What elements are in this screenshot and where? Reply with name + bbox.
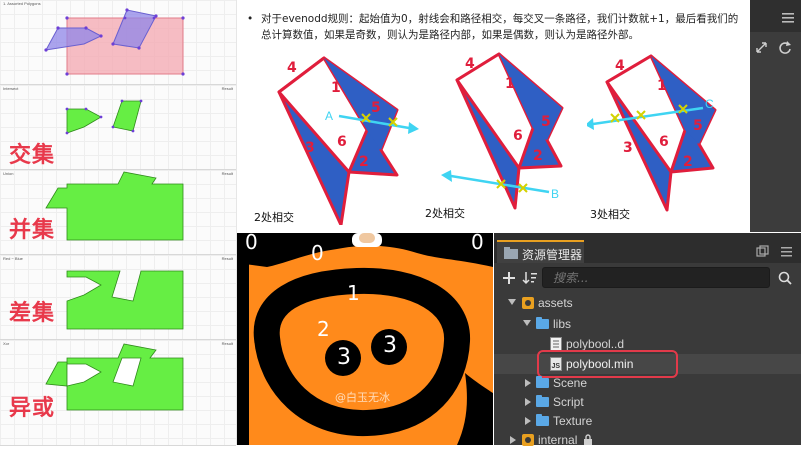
diagram-number: 5 <box>693 118 703 134</box>
chevron-right-icon[interactable] <box>525 398 531 406</box>
folder-tab-icon <box>504 247 518 259</box>
editor-side-strip <box>750 0 801 232</box>
folder-icon <box>536 414 549 426</box>
tree-item-label: Script <box>553 395 584 409</box>
diagram-number: 6 <box>337 134 347 150</box>
chevron-right-icon[interactable] <box>510 436 516 444</box>
folder-icon <box>536 395 549 407</box>
section-union: Union Result 并集 <box>0 170 236 255</box>
diagram-caption-1: 2处相交 <box>254 211 294 224</box>
intersect-label: 交集 <box>9 143 56 168</box>
lock-icon <box>584 434 592 445</box>
tree-item-label: polybool.min <box>566 357 634 371</box>
diagram-number: 6 <box>513 128 523 144</box>
boolean-demo-panel: 1. Assorted Polygons Intersect Result 交集… <box>0 0 237 446</box>
diagram-number: 2 <box>533 148 543 164</box>
ray-label-a: A <box>325 109 333 123</box>
union-label: 并集 <box>9 218 56 243</box>
diagram-number: 1 <box>657 78 667 94</box>
game-number-2: 2 <box>317 317 330 341</box>
tree-item-texture[interactable]: Texture <box>494 411 801 431</box>
diagram-number: 4 <box>287 60 297 76</box>
asset-manager-title: 资源管理器 <box>522 248 583 262</box>
refresh-icon[interactable] <box>777 40 793 56</box>
diagram-number: 5 <box>541 114 551 130</box>
game-number-3b: 3 <box>383 333 397 358</box>
watermark: @白玉无冰 <box>335 391 390 404</box>
paragraph-text: 对于evenodd规则：起始值为0，射线会和路径相交，每交叉一条路径，我们计数就… <box>261 13 739 41</box>
game-number-0a: 0 <box>245 233 258 254</box>
game-drawing <box>237 233 493 445</box>
js-file-icon: JS <box>550 357 562 371</box>
tree-item-label: assets <box>538 296 573 310</box>
section-assorted-polygons: 1. Assorted Polygons <box>0 0 236 85</box>
bullet-icon: • <box>247 13 254 25</box>
diagram-ray-a: 4 1 5 3 6 2 A <box>277 56 419 225</box>
svg-text:JS: JS <box>552 363 561 370</box>
diagram-number: 4 <box>465 56 475 72</box>
chevron-down-icon[interactable] <box>508 299 516 305</box>
asset-manager-panel: 资源管理器 assets libs polybool..d <box>494 233 801 447</box>
tree-item-label: Scene <box>553 376 588 390</box>
maximize-icon[interactable] <box>756 245 770 259</box>
game-preview-canvas[interactable]: 0 0 0 1 2 3 3 @白玉无冰 <box>237 233 493 445</box>
folder-icon <box>536 376 549 388</box>
ray-label-c: C <box>705 97 714 111</box>
diagram-number: 3 <box>623 140 633 156</box>
diagram-number: 5 <box>371 100 381 116</box>
tree-item-assets[interactable]: assets <box>494 293 801 313</box>
section-xor: Xor Result 异或 <box>0 340 236 446</box>
folder-icon <box>536 317 549 329</box>
difference-label: 差集 <box>9 301 56 326</box>
evenodd-paragraph: • 对于evenodd规则：起始值为0，射线会和路径相交，每交叉一条路径，我们计… <box>247 11 741 43</box>
sort-icon[interactable] <box>522 270 538 286</box>
asset-search-input[interactable] <box>542 267 770 288</box>
game-number-0b: 0 <box>311 241 324 265</box>
asset-manager-header: 资源管理器 <box>494 233 801 263</box>
tree-item-script[interactable]: Script <box>494 392 801 412</box>
diagram-caption-2: 2处相交 <box>425 207 465 220</box>
diagram-ray-c: 4 1 5 3 6 2 C <box>587 54 717 212</box>
game-number-3a: 3 <box>337 345 351 370</box>
diagram-number: 1 <box>331 80 341 96</box>
tree-item-label: libs <box>553 317 572 331</box>
diagram-number: 2 <box>683 154 693 170</box>
tree-item-libs[interactable]: libs <box>494 314 801 334</box>
diagram-number: 1 <box>505 76 515 92</box>
tree-item-scene[interactable]: Scene <box>494 373 801 393</box>
tree-item-label: polybool..d <box>566 337 625 351</box>
database-icon <box>522 297 534 309</box>
diagram-ray-b: 4 1 5 6 2 B <box>441 52 564 210</box>
evenodd-explanation-panel: • 对于evenodd规则：起始值为0，射线会和路径相交，每交叉一条路径，我们计… <box>237 0 750 232</box>
assorted-polygons-drawing <box>44 8 185 76</box>
asset-manager-tab[interactable]: 资源管理器 <box>497 240 584 263</box>
add-asset-icon[interactable] <box>502 271 516 285</box>
ray-label-b: B <box>551 187 559 201</box>
diagram-number: 3 <box>305 140 315 156</box>
side-menu-icon[interactable] <box>750 0 801 32</box>
chevron-down-icon[interactable] <box>523 320 531 326</box>
game-number-1: 1 <box>347 281 360 305</box>
file-icon <box>550 337 562 351</box>
diagram-number: 4 <box>615 58 625 74</box>
section-difference: Red − Blue Result 差集 <box>0 255 236 340</box>
game-number-0c: 0 <box>471 233 484 254</box>
search-icon[interactable] <box>778 271 792 285</box>
chevron-right-icon[interactable] <box>525 417 531 425</box>
side-toolbar <box>750 0 801 32</box>
xor-label: 异或 <box>9 396 56 421</box>
tree-item-label: Texture <box>553 414 593 428</box>
tree-item-internal[interactable]: internal <box>494 430 801 450</box>
tree-item-polybool-min[interactable]: JS polybool.min <box>494 350 801 378</box>
panel-menu-icon[interactable] <box>780 245 794 259</box>
section-intersect: Intersect Result 交集 <box>0 85 236 170</box>
diagram-number: 2 <box>359 154 369 170</box>
chevron-right-icon[interactable] <box>525 379 531 387</box>
expand-icon[interactable] <box>754 40 778 56</box>
diagram-number: 6 <box>659 134 669 150</box>
diagram-caption-3: 3处相交 <box>590 208 630 221</box>
